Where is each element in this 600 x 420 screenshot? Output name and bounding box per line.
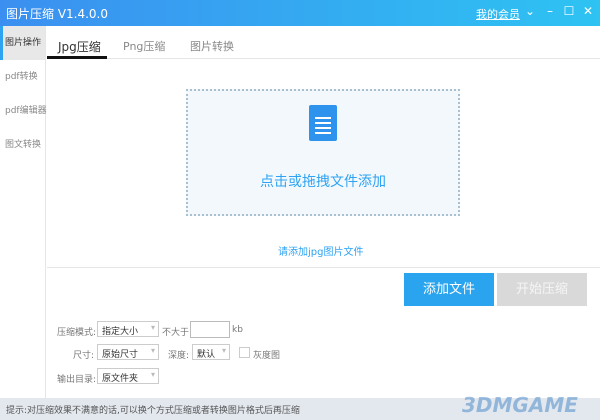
tab-png-compress[interactable]: Png压缩 (123, 38, 165, 54)
sidebar-item-pdf-convert[interactable]: pdf转换 (0, 60, 45, 94)
add-file-button[interactable]: 添加文件 (404, 273, 494, 306)
grayscale-checkbox[interactable] (239, 347, 250, 358)
tab-bar: Jpg压缩 Png压缩 图片转换 (47, 26, 600, 59)
tab-jpg-compress[interactable]: Jpg压缩 (58, 38, 101, 55)
max-size-label: 不大于 (162, 328, 190, 338)
output-value: 原文件夹 (102, 374, 139, 384)
sidebar-item-text-image[interactable]: 图文转换 (0, 128, 45, 162)
maximize-button[interactable]: ☐ (561, 4, 577, 18)
title-bar: 图片压缩 V1.4.0.0 我的会员 ⌄ – ☐ ✕ (0, 0, 600, 26)
chevron-down-icon: ▾ (221, 346, 226, 355)
drop-zone-hint: 请添加jpg图片文件 (278, 247, 364, 258)
mode-value: 指定大小 (102, 327, 139, 337)
chevron-down-icon[interactable]: ⌄ (522, 4, 538, 18)
grayscale-label: 灰度图 (253, 351, 281, 361)
start-compress-button[interactable]: 开始压缩 (497, 273, 587, 306)
sidebar-item-pdf-editor[interactable]: pdf编辑器 (0, 94, 47, 128)
chevron-down-icon: ▾ (150, 370, 155, 379)
file-drop-zone[interactable]: 点击或拖拽文件添加 (186, 89, 460, 216)
chevron-down-icon: ▾ (150, 346, 155, 355)
max-size-input[interactable] (190, 321, 230, 338)
minimize-button[interactable]: – (542, 4, 558, 18)
tab-image-convert[interactable]: 图片转换 (190, 38, 234, 54)
depth-value: 默认 (197, 350, 216, 360)
chevron-down-icon: ▾ (150, 323, 155, 332)
output-select[interactable]: 原文件夹 ▾ (97, 368, 159, 384)
depth-label: 深度: (168, 351, 190, 361)
watermark: 3DMGAME (462, 393, 578, 417)
unit-label: kb (232, 325, 243, 335)
divider (47, 267, 600, 268)
mode-select[interactable]: 指定大小 ▾ (97, 321, 159, 337)
window-title: 图片压缩 V1.4.0.0 (6, 7, 109, 21)
active-tab-indicator (47, 56, 107, 59)
output-label: 输出目录: (57, 375, 97, 385)
member-link[interactable]: 我的会员 (476, 6, 520, 22)
drop-zone-text: 点击或拖拽文件添加 (260, 174, 386, 190)
size-value: 原始尺寸 (102, 350, 139, 360)
size-label: 尺寸: (73, 351, 95, 361)
depth-select[interactable]: 默认 ▾ (192, 344, 230, 360)
size-select[interactable]: 原始尺寸 ▾ (97, 344, 159, 360)
mode-label: 压缩模式: (57, 328, 97, 338)
close-button[interactable]: ✕ (580, 4, 596, 18)
sidebar-item-image-ops[interactable]: 图片操作 (0, 26, 45, 60)
document-icon (309, 105, 337, 141)
sidebar: 图片操作 pdf转换 pdf编辑器 图文转换 (0, 26, 47, 398)
